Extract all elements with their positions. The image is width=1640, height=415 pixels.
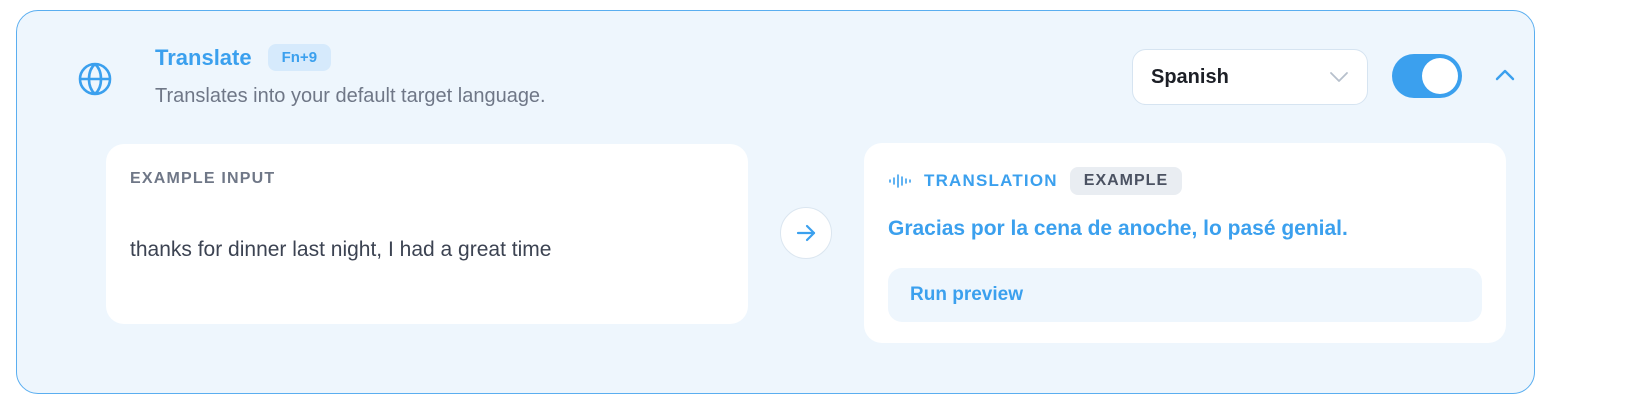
translation-label: TRANSLATION <box>924 171 1058 190</box>
chevron-up-icon[interactable] <box>1493 67 1517 83</box>
example-input-text: thanks for dinner last night, I had a gr… <box>130 238 552 261</box>
run-preview-button[interactable]: Run preview <box>888 268 1482 322</box>
feature-toggle[interactable] <box>1392 54 1462 98</box>
language-select-value: Spanish <box>1151 65 1229 88</box>
toggle-knob <box>1422 58 1458 94</box>
example-input-panel: EXAMPLE INPUT thanks for dinner last nig… <box>106 144 748 324</box>
arrow-right-icon <box>796 224 816 242</box>
feature-title: Translate <box>155 44 252 70</box>
waveform-icon <box>889 174 911 188</box>
title-row: Translate Fn+9 <box>155 44 332 71</box>
example-badge: EXAMPLE <box>1069 167 1183 195</box>
translation-panel: TRANSLATION EXAMPLE Gracias por la cena … <box>864 143 1506 343</box>
arrow-right-button <box>780 207 832 259</box>
example-input-label: EXAMPLE INPUT <box>130 170 276 187</box>
translation-header: TRANSLATION EXAMPLE <box>888 167 1183 195</box>
chevron-down-icon <box>1330 72 1348 82</box>
translation-text: Gracias por la cena de anoche, lo pasé g… <box>888 217 1348 240</box>
feature-description: Translates into your default target lang… <box>155 85 546 107</box>
language-select[interactable]: Spanish <box>1132 49 1368 105</box>
globe-icon <box>78 62 112 96</box>
shortcut-badge: Fn+9 <box>267 44 332 71</box>
